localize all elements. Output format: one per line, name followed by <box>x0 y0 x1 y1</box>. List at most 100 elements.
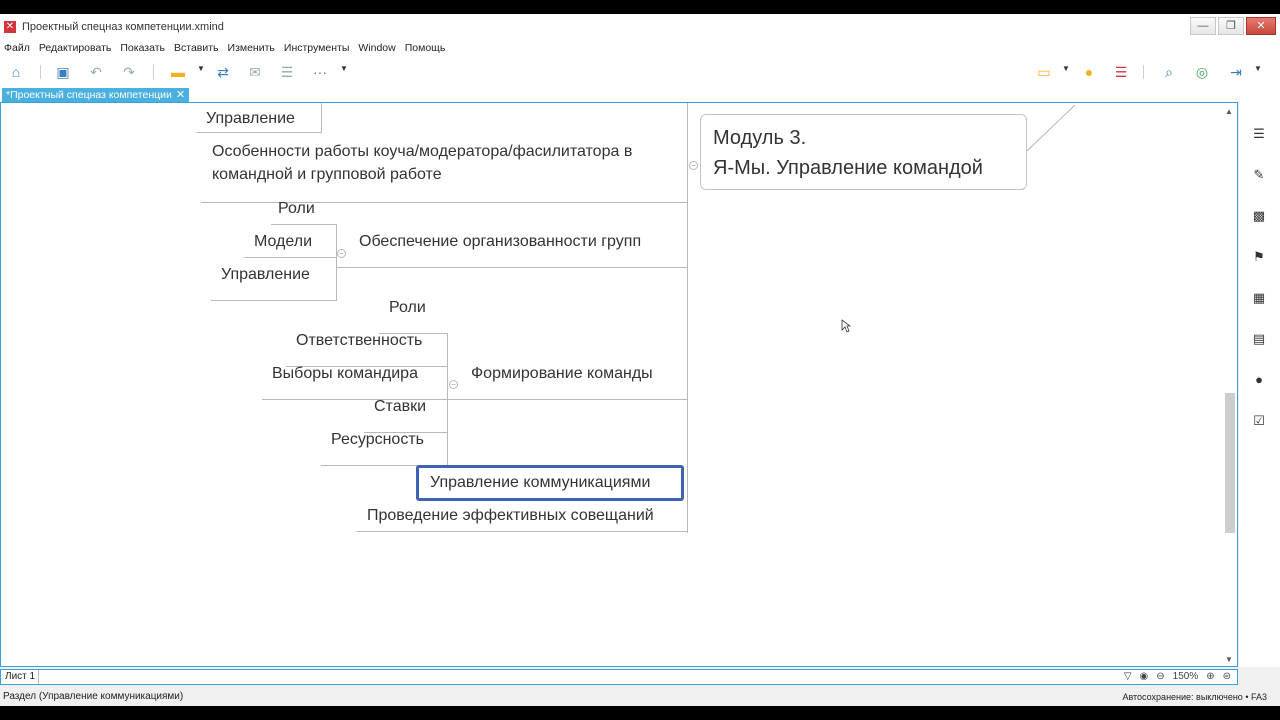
topic-roli-2[interactable]: Роли <box>389 296 426 319</box>
save-icon[interactable]: ▣ <box>55 64 71 80</box>
undo-icon[interactable]: ↶ <box>88 64 104 80</box>
search-icon[interactable]: ⌕ <box>1161 64 1177 80</box>
fit-icon[interactable]: ⊜ <box>1223 671 1231 682</box>
central-connector-line <box>1027 104 1076 152</box>
sheet-divider <box>38 670 39 684</box>
mindmap-canvas[interactable]: Модуль 3. Я-Мы. Управление командой Упра… <box>0 102 1238 667</box>
outline-icon[interactable]: ☰ <box>1251 126 1267 142</box>
menu-help[interactable]: Помощь <box>405 42 446 54</box>
redo-icon[interactable]: ↷ <box>121 64 137 80</box>
menu-tools[interactable]: Инструменты <box>284 42 349 54</box>
share-circle-icon[interactable]: ◎ <box>1194 64 1210 80</box>
topic-modeli[interactable]: Модели <box>254 230 312 253</box>
status-code: FA3 <box>1250 692 1267 702</box>
gantt-icon[interactable]: ☰ <box>1113 64 1129 80</box>
xmind-window: ✕ Проектный спецназ компетенции.xmind — … <box>0 14 1280 706</box>
lightbulb-icon[interactable]: ● <box>1081 64 1097 80</box>
exit-icon[interactable]: ⇥ <box>1228 64 1244 80</box>
collapse-toggle-icon[interactable]: − <box>449 380 458 389</box>
vertical-scroll-thumb[interactable] <box>1225 393 1235 533</box>
central-topic[interactable]: Модуль 3. Я-Мы. Управление командой <box>700 114 1027 190</box>
zoom-controls: ▽ ◉ ⊖ 150% ⊕ ⊜ <box>1124 671 1231 682</box>
menu-modify[interactable]: Изменить <box>228 42 275 54</box>
sheet-bar: Лист 1 ▽ ◉ ⊖ 150% ⊕ ⊜ <box>0 669 1238 685</box>
right-sidebar: ☰ ✎ ▩ ⚑ ▦ ▤ ● ☑ <box>1239 102 1280 667</box>
window-title: Проектный спецназ компетенции.xmind <box>22 21 224 33</box>
central-topic-line-1: Модуль 3. <box>713 127 807 149</box>
topic-coach-features[interactable]: Особенности работы коуча/модератора/фаси… <box>212 140 682 186</box>
more-icon[interactable]: ··· <box>312 64 328 80</box>
eye-icon[interactable]: ◉ <box>1140 671 1149 682</box>
toolbar-separator <box>40 65 41 79</box>
scroll-up-icon[interactable]: ▲ <box>1225 107 1233 116</box>
status-right: Автосохранение: выключено • FA3 <box>1122 692 1267 702</box>
folder-dropdown-chevron-down-icon[interactable]: ▼ <box>197 64 205 73</box>
filter-icon[interactable]: ▽ <box>1124 671 1132 682</box>
presentation-dropdown-chevron-down-icon[interactable]: ▼ <box>1062 64 1070 73</box>
main-branch-connector <box>687 103 688 533</box>
topic-resursnost[interactable]: Ресурсность <box>331 428 424 451</box>
minimize-button[interactable]: — <box>1190 17 1216 35</box>
title-bar: ✕ Проектный спецназ компетенции.xmind — … <box>0 14 1280 40</box>
menu-file[interactable]: Файл <box>4 42 30 54</box>
topic-vybory-komandira[interactable]: Выборы командира <box>272 362 418 385</box>
flag-icon[interactable]: ⚑ <box>1251 249 1267 265</box>
topic-stavki[interactable]: Ставки <box>374 395 426 418</box>
exit-dropdown-chevron-down-icon[interactable]: ▼ <box>1254 64 1262 73</box>
zoom-level[interactable]: 150% <box>1173 671 1199 682</box>
topic-underline <box>196 132 322 133</box>
folder-icon[interactable]: ▬ <box>170 64 186 80</box>
scroll-down-icon[interactable]: ▼ <box>1225 655 1233 664</box>
home-icon[interactable]: ⌂ <box>8 64 24 80</box>
notes-icon[interactable]: ▤ <box>1251 331 1267 347</box>
zoom-in-button[interactable]: ⊕ <box>1206 671 1214 682</box>
more-dropdown-chevron-down-icon[interactable]: ▼ <box>340 64 348 73</box>
document-tab-bar: *Проектный спецназ компетенции ✕ <box>0 88 1280 102</box>
comment-icon[interactable]: ● <box>1251 372 1267 388</box>
topic-underline <box>211 300 337 301</box>
topic-roli-1[interactable]: Роли <box>278 197 315 220</box>
menu-edit[interactable]: Редактировать <box>39 42 112 54</box>
image-icon[interactable]: ▩ <box>1251 208 1267 224</box>
collapse-toggle-icon[interactable]: − <box>337 249 346 258</box>
topic-connector <box>321 103 322 133</box>
xmind-logo-icon: ✕ <box>4 21 16 33</box>
share-icon[interactable]: ✉ <box>247 64 263 80</box>
sync-icon[interactable]: ⇄ <box>215 64 231 80</box>
mouse-cursor-icon <box>841 319 851 333</box>
export-icon[interactable]: ☰ <box>279 64 295 80</box>
presentation-icon[interactable]: ▭ <box>1036 64 1052 80</box>
task-icon[interactable]: ☑ <box>1251 413 1267 429</box>
topic-upravlenie-2[interactable]: Управление <box>221 263 310 286</box>
restore-button[interactable]: ❐ <box>1218 17 1244 35</box>
sheet-tab[interactable]: Лист 1 <box>5 671 35 682</box>
topic-otvetstvennost[interactable]: Ответственность <box>296 329 422 352</box>
central-topic-line-2: Я-Мы. Управление командой <box>713 157 983 179</box>
status-selection: Раздел (Управление коммуникациями) <box>3 691 184 702</box>
close-tab-icon[interactable]: ✕ <box>176 88 185 102</box>
document-tab[interactable]: *Проектный спецназ компетенции ✕ <box>2 88 190 102</box>
topic-underline <box>201 202 687 203</box>
toolbar: ⌂ ▣ ↶ ↷ ▬ ▼ ⇄ ✉ ☰ ··· ▼ ▭ ▼ ● ☰ ⌕ ◎ ⇥ ▼ <box>0 56 1280 88</box>
format-brush-icon[interactable]: ✎ <box>1251 167 1267 183</box>
collapse-toggle-icon[interactable]: − <box>689 161 698 170</box>
vertical-scrollbar[interactable] <box>1222 103 1237 666</box>
topic-coach-line-2: командной и групповой работе <box>212 166 442 183</box>
menu-window[interactable]: Window <box>358 42 395 54</box>
topic-communication-management[interactable]: Управление коммуникациями <box>430 471 650 494</box>
close-button[interactable]: ✕ <box>1246 17 1276 35</box>
topic-underline <box>336 267 687 268</box>
topic-group-organization[interactable]: Обеспечение организованности групп <box>359 230 641 253</box>
topic-underline <box>244 257 337 258</box>
topic-upravlenie-top[interactable]: Управление <box>206 107 295 130</box>
topic-underline <box>447 399 687 400</box>
style-icon[interactable]: ▦ <box>1251 290 1267 306</box>
menu-bar: Файл Редактировать Показать Вставить Изм… <box>0 40 1280 56</box>
menu-view[interactable]: Показать <box>120 42 165 54</box>
autosave-status[interactable]: Автосохранение: выключено <box>1122 692 1242 702</box>
topic-effective-meetings[interactable]: Проведение эффективных совещаний <box>367 504 654 527</box>
zoom-out-button[interactable]: ⊖ <box>1156 671 1164 682</box>
toolbar-separator <box>1143 65 1144 79</box>
menu-insert[interactable]: Вставить <box>174 42 219 54</box>
topic-team-forming[interactable]: Формирование команды <box>471 362 653 385</box>
